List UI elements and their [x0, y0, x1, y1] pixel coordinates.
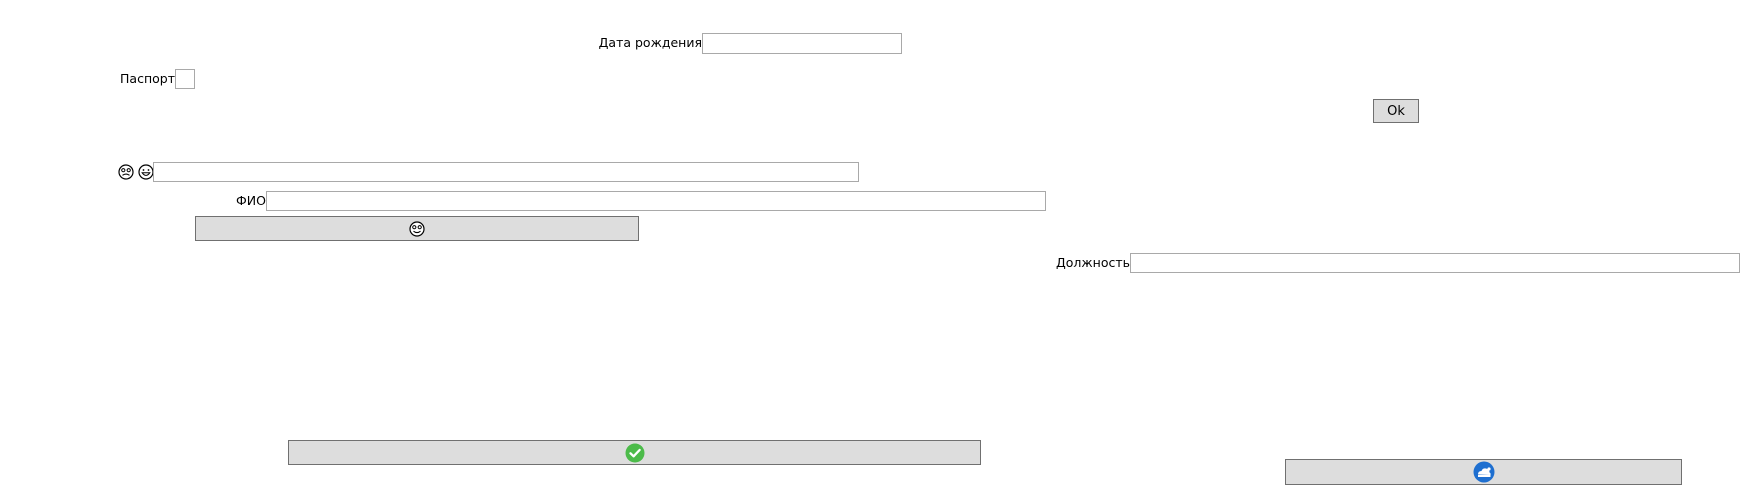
confirm-button[interactable]	[288, 440, 981, 465]
passport-field[interactable]	[175, 69, 195, 89]
birth-date-label: Дата рождения	[598, 35, 702, 50]
green-checkmark-icon	[625, 443, 645, 463]
ok-button-label: Ok	[1387, 103, 1405, 119]
sad-face-icon	[118, 164, 134, 180]
ok-button[interactable]: Ok	[1373, 99, 1419, 123]
face-icon	[409, 220, 425, 237]
emoji-button[interactable]	[195, 216, 639, 241]
grinning-face-icon	[138, 164, 154, 180]
blue-cloud-icon	[1473, 461, 1495, 483]
fio-label: ФИО	[236, 193, 266, 208]
position-field[interactable]	[1130, 253, 1740, 273]
blue-icon-button[interactable]	[1285, 459, 1682, 485]
position-label: Должность	[1055, 255, 1130, 270]
emoji-text-field[interactable]	[153, 162, 859, 182]
passport-label: Паспорт	[120, 71, 175, 86]
fio-field[interactable]	[266, 191, 1046, 211]
birth-date-field[interactable]	[702, 33, 902, 54]
